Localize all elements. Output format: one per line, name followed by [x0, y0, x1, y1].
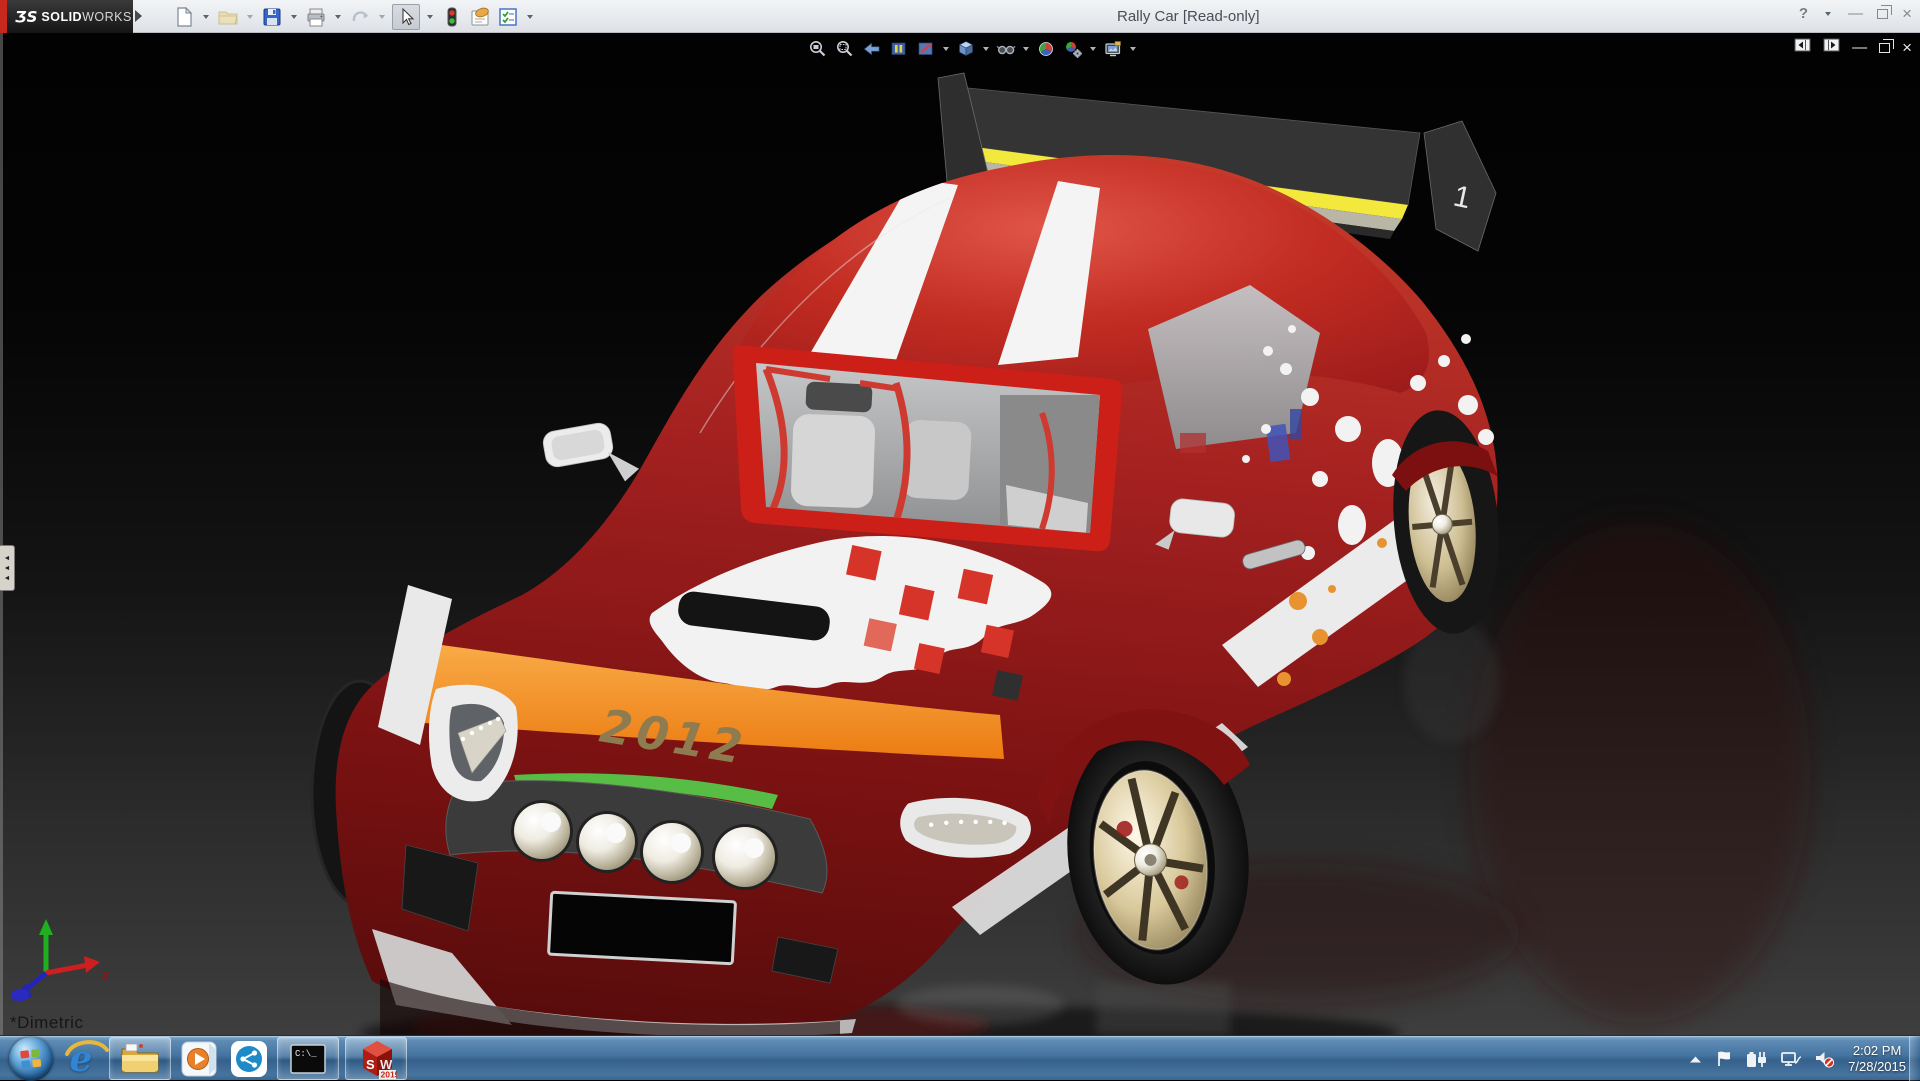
solidworks-logo-bold: SOLID — [41, 9, 83, 24]
new-document-dropdown-icon[interactable] — [203, 14, 209, 19]
taskbar-windows-explorer[interactable] — [109, 1037, 171, 1080]
show-hidden-icons-chevron[interactable] — [1688, 1054, 1703, 1064]
media-player-icon — [181, 1041, 217, 1076]
graphics-area[interactable]: — × ◄ ◄ ◄ 1 2012 x *Dimetric — [0, 33, 1920, 1035]
app-minimize-button[interactable]: — — [1848, 6, 1863, 21]
mirror-left — [542, 422, 640, 482]
folder-icon — [121, 1043, 159, 1072]
command-prompt-icon: C:\_ — [290, 1043, 326, 1074]
tray-date: 7/28/2015 — [1848, 1058, 1906, 1074]
cmd-prompt-text: C:\_ — [295, 1049, 317, 1059]
undo-icon[interactable] — [348, 4, 372, 29]
title-bar: ƷS SOLID WORKS Rally Car [Read-only] ? —… — [0, 0, 1920, 33]
options-checklist-icon[interactable] — [496, 4, 520, 29]
app-close-button[interactable]: × — [1902, 5, 1912, 22]
rally-car-model[interactable]: 1 2012 x — [0, 33, 1920, 1035]
tray-clock[interactable]: 2:02 PM 7/28/2015 — [1848, 1043, 1906, 1075]
action-center-flag-icon[interactable] — [1716, 1050, 1732, 1068]
power-plug-icon[interactable] — [1745, 1050, 1767, 1068]
license-plate — [547, 890, 737, 966]
solidworks-cube-icon: S W 2015 — [363, 1040, 398, 1079]
new-document-icon[interactable] — [172, 4, 196, 29]
open-dropdown-icon[interactable] — [247, 14, 253, 19]
sw-year-badge: 2015 — [381, 1069, 398, 1079]
window-title: Rally Car [Read-only] — [1117, 8, 1260, 25]
brand-red-edge — [0, 0, 7, 33]
show-desktop-button[interactable] — [1909, 1036, 1920, 1081]
solidworks-logo-light: WORKS — [82, 9, 132, 24]
main-toolbar — [172, 3, 536, 30]
print-dropdown-icon[interactable] — [335, 14, 341, 19]
solidworks-logo-glyph: ƷS — [15, 7, 38, 26]
taskbar-internet-explorer[interactable]: e — [59, 1037, 109, 1080]
start-button[interactable] — [9, 1036, 53, 1081]
communicator-app-icon — [231, 1040, 267, 1077]
taskbar-media-player[interactable] — [177, 1037, 221, 1080]
network-icon[interactable] — [1780, 1050, 1802, 1068]
taskbar-solidworks[interactable]: S W 2015 — [345, 1037, 407, 1080]
app-restore-button[interactable] — [1877, 4, 1893, 19]
view-orientation-label: *Dimetric — [10, 1013, 84, 1032]
options-dropdown-icon[interactable] — [527, 14, 533, 19]
reference-triad[interactable]: x — [11, 919, 109, 1001]
windshield — [732, 345, 1123, 552]
menu-expand-arrow-icon[interactable] — [135, 10, 142, 22]
tray-time: 2:02 PM — [1852, 1042, 1902, 1058]
help-icon[interactable]: ? — [1799, 5, 1808, 22]
solidworks-logo: ƷS SOLID WORKS — [7, 0, 133, 33]
print-icon[interactable] — [304, 4, 328, 29]
taskbar-communicator-app[interactable] — [227, 1037, 271, 1080]
save-dropdown-icon[interactable] — [291, 14, 297, 19]
save-icon[interactable] — [260, 4, 284, 29]
help-dropdown-icon[interactable] — [1825, 11, 1832, 16]
system-tray: 2:02 PM 7/28/2015 — [1688, 1036, 1906, 1081]
open-icon[interactable] — [216, 4, 240, 29]
triad-x-label: x — [101, 967, 109, 983]
sketch-icon[interactable] — [468, 4, 492, 29]
select-dropdown-icon[interactable] — [427, 14, 433, 19]
taskbar: e C:\_ S W 201 2:02 PM 7/28/2015 — [0, 1035, 1920, 1081]
volume-muted-icon[interactable] — [1815, 1049, 1835, 1068]
sw-letter-s: S — [366, 1057, 375, 1072]
performance-evaluation-icon[interactable] — [440, 4, 464, 29]
window-controls: ? — × — [1799, 4, 1912, 22]
taskbar-command-prompt[interactable]: C:\_ — [277, 1037, 339, 1080]
select-tool[interactable] — [392, 3, 420, 30]
undo-dropdown-icon[interactable] — [379, 14, 385, 19]
